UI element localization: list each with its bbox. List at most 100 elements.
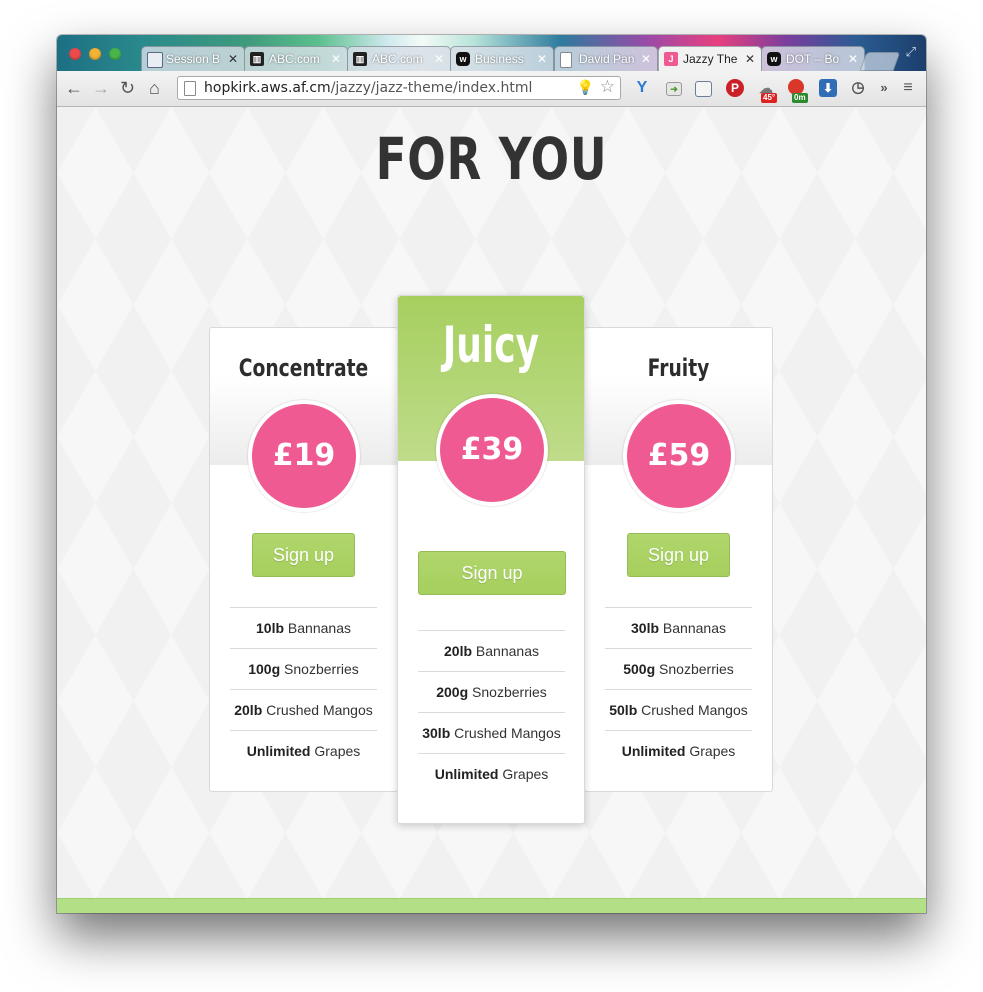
feature-text: Snozberries [468, 684, 547, 700]
feature-item: 20lb Crushed Mangos [230, 689, 377, 730]
plan-card-fruity: Fruity £59 Sign up 30lb Bannanas 500g Sn… [584, 327, 773, 792]
lightbulb-icon[interactable]: 💡 [577, 77, 594, 99]
menu-icon[interactable]: ≡ [899, 79, 917, 97]
tab-label: DOT – Bo [786, 52, 840, 66]
tab-abc-1[interactable]: ▥ ABC.com ✕ [244, 46, 348, 71]
download-icon[interactable]: ⬇ [819, 79, 837, 97]
minimize-window-button[interactable] [89, 48, 101, 60]
feature-text: Bannanas [472, 643, 539, 659]
browser-window: Session B ✕ ▥ ABC.com ✕ ▥ ABC.com ✕ w Bu… [57, 35, 926, 913]
plan-name: Concentrate [238, 354, 369, 382]
forward-arrow-icon[interactable]: → [92, 76, 110, 100]
feature-item: Unlimited Grapes [605, 730, 752, 771]
tab-label: ABC.com [372, 52, 423, 66]
feature-item: 500g Snozberries [605, 648, 752, 689]
weather-badge: 45° [761, 93, 778, 103]
timer-badge: 0m [792, 93, 808, 103]
pinterest-icon[interactable]: P [726, 79, 744, 97]
feature-amount: Unlimited [621, 743, 686, 759]
plan-card-juicy: Juicy £39 Sign up 20lb Bannanas 200g Sno… [397, 295, 585, 824]
clock-icon[interactable]: ◷ [849, 79, 867, 97]
tab-jazzy[interactable]: J Jazzy The ✕ [658, 46, 762, 72]
feature-text: Grapes [310, 743, 361, 759]
tab-label: David Pan [579, 52, 635, 66]
url-host: hopkirk.aws.af.cm [204, 80, 331, 96]
feature-list: 10lb Bannanas 100g Snozberries 20lb Crus… [230, 607, 377, 771]
feature-amount: 500g [623, 661, 656, 677]
fullscreen-icon[interactable]: ⤢ [906, 44, 916, 60]
feature-list: 30lb Bannanas 500g Snozberries 50lb Crus… [605, 607, 752, 771]
new-tab-button[interactable] [859, 52, 901, 71]
feature-text: Crushed Mangos [637, 702, 748, 718]
plan-card-concentrate: Concentrate £19 Sign up 10lb Bannanas 10… [209, 327, 398, 792]
feature-item: Unlimited Grapes [230, 730, 377, 771]
feature-text: Grapes [498, 766, 549, 782]
feature-text: Crushed Mangos [262, 702, 373, 718]
feature-amount: 100g [248, 661, 281, 677]
page-headline: FOR YOU [375, 125, 608, 193]
zoom-window-button[interactable] [109, 48, 121, 60]
close-tab-icon[interactable]: ✕ [641, 47, 651, 71]
footer-bar [57, 898, 926, 913]
close-tab-icon[interactable]: ✕ [537, 47, 547, 71]
feature-item: 30lb Bannanas [605, 607, 752, 648]
feature-item: 10lb Bannanas [230, 607, 377, 648]
back-arrow-icon[interactable]: ← [65, 76, 83, 100]
y-extension-icon[interactable]: Y [633, 79, 651, 97]
session-icon [147, 52, 163, 68]
tab-dot[interactable]: w DOT – Bo ✕ [761, 46, 865, 71]
feature-amount: 30lb [422, 725, 451, 741]
feature-text: Snozberries [655, 661, 734, 677]
bookmark-star-icon[interactable]: ☆ [600, 76, 615, 98]
feature-amount: 50lb [609, 702, 638, 718]
tab-session[interactable]: Session B ✕ [141, 46, 245, 71]
signup-button[interactable]: Sign up [252, 533, 355, 577]
feature-text: Grapes [685, 743, 736, 759]
feature-text: Crushed Mangos [450, 725, 561, 741]
chevron-more-icon[interactable]: » [875, 79, 893, 97]
feature-list: 20lb Bannanas 200g Snozberries 30lb Crus… [418, 630, 565, 794]
close-tab-icon[interactable]: ✕ [848, 47, 858, 71]
tab-business[interactable]: w Business ✕ [450, 46, 554, 71]
feature-amount: 20lb [444, 643, 473, 659]
signup-button[interactable]: Sign up [627, 533, 730, 577]
signup-button[interactable]: Sign up [418, 551, 566, 595]
w-icon: w [767, 52, 781, 66]
feature-item: 20lb Bannanas [418, 630, 565, 671]
abc-icon: ▥ [353, 52, 367, 66]
close-tab-icon[interactable]: ✕ [745, 47, 755, 71]
page-content: FOR YOU Concentrate £19 Sign up 10lb Ban… [57, 107, 926, 913]
price-badge: £59 [623, 400, 735, 512]
tab-label: ABC.com [269, 52, 320, 66]
address-bar[interactable]: hopkirk.aws.af.cm/jazzy/jazz-theme/index… [177, 76, 621, 100]
close-tab-icon[interactable]: ✕ [434, 47, 444, 71]
close-tab-icon[interactable]: ✕ [228, 47, 238, 71]
plan-name: Fruity [647, 354, 710, 382]
feature-amount: Unlimited [246, 743, 311, 759]
session-extension-icon[interactable] [695, 81, 712, 97]
abc-icon: ▥ [250, 52, 264, 66]
feature-amount: 20lb [234, 702, 263, 718]
feature-item: 100g Snozberries [230, 648, 377, 689]
feature-text: Snozberries [280, 661, 359, 677]
page-icon [560, 52, 572, 68]
tab-abc-2[interactable]: ▥ ABC.com ✕ [347, 46, 451, 71]
feature-text: Bannanas [284, 620, 351, 636]
feature-item: 50lb Crushed Mangos [605, 689, 752, 730]
tab-david[interactable]: David Pan ✕ [554, 46, 658, 71]
browser-toolbar: ← → ↻ ⌂ hopkirk.aws.af.cm/jazzy/jazz-the… [57, 71, 926, 107]
close-tab-icon[interactable]: ✕ [331, 47, 341, 71]
plan-name: Juicy [442, 316, 540, 374]
share-extension-icon[interactable]: ➜ [666, 82, 682, 96]
reload-icon[interactable]: ↻ [120, 76, 135, 100]
feature-amount: Unlimited [434, 766, 499, 782]
tab-label: Jazzy The [683, 52, 738, 66]
w-icon: w [456, 52, 470, 66]
tab-strip: Session B ✕ ▥ ABC.com ✕ ▥ ABC.com ✕ w Bu… [57, 35, 926, 72]
feature-item: 30lb Crushed Mangos [418, 712, 565, 753]
price-badge: £39 [436, 394, 548, 506]
home-icon[interactable]: ⌂ [149, 76, 160, 100]
feature-amount: 30lb [631, 620, 660, 636]
close-window-button[interactable] [69, 48, 81, 60]
feature-text: Bannanas [659, 620, 726, 636]
